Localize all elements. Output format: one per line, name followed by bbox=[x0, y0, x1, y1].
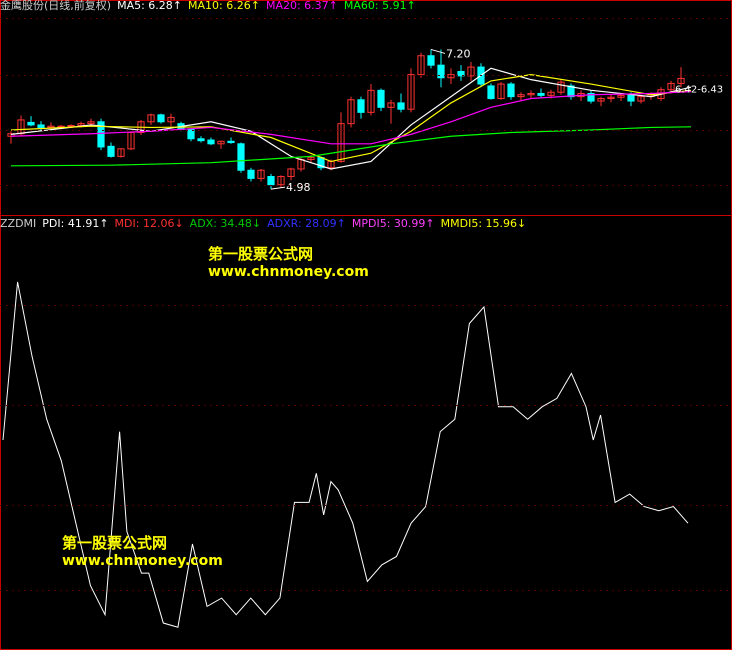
dmi-panel bbox=[2, 281, 689, 628]
mpdi5-label: MPDI5: 30.99↑ bbox=[351, 217, 435, 230]
watermark-url: www.chnmoney.com bbox=[208, 264, 369, 280]
price-legend: 金鹰股份(日线,前复权) MA5: 6.28↑ MA10: 6.26↑ MA20: 6… bbox=[0, 0, 422, 13]
watermark-cn: 第一股票公式网 bbox=[208, 245, 314, 263]
candle-body bbox=[357, 99, 365, 113]
candle-body bbox=[207, 139, 215, 145]
candle-body bbox=[487, 85, 495, 100]
candle-body bbox=[107, 145, 115, 157]
ma20-label: MA20: 6.37↑ bbox=[265, 0, 338, 12]
dmi-legend: ZZDMI PDI: 41.91↑ MDI: 12.06↓ ADX: 34.48↓ AD… bbox=[0, 217, 532, 231]
candle-body bbox=[397, 102, 405, 110]
stock-title: 金鹰股份(日线,前复权) bbox=[0, 0, 112, 12]
indicator-title: ZZDMI bbox=[0, 217, 37, 230]
mdi-label: MDI: 12.06↓ bbox=[114, 217, 184, 230]
watermark-bottom: 第一股票公式网 www.chnmoney.com bbox=[62, 534, 223, 570]
last-price-label: 6.42-6.43 bbox=[675, 84, 723, 95]
low-price-label: 4.98 bbox=[286, 181, 311, 194]
high-marker bbox=[430, 48, 446, 54]
adxr-label: ADXR: 28.09↑ bbox=[267, 217, 346, 230]
series-pdi bbox=[2, 281, 689, 628]
candle-body bbox=[37, 124, 45, 128]
candle-body bbox=[377, 89, 385, 108]
mmdi5-label: MMDI5: 15.96↓ bbox=[440, 217, 527, 230]
watermark-url: www.chnmoney.com bbox=[62, 553, 223, 569]
watermark-top: 第一股票公式网 www.chnmoney.com bbox=[208, 245, 369, 281]
candle-body bbox=[627, 94, 635, 102]
candle-body bbox=[537, 92, 545, 96]
candle-body bbox=[157, 114, 165, 123]
pdi-label: PDI: 41.91↑ bbox=[42, 217, 109, 230]
adx-label: ADX: 34.48↓ bbox=[189, 217, 262, 230]
candle-body bbox=[267, 176, 275, 186]
ma5-label: MA5: 6.28↑ bbox=[117, 0, 183, 12]
candle-body bbox=[507, 83, 515, 98]
candle-body bbox=[427, 55, 435, 66]
price-panel: 7.20 4.98 6.42-6.43 bbox=[7, 47, 723, 194]
high-price-label: 7.20 bbox=[446, 47, 471, 60]
candle-body bbox=[197, 138, 205, 142]
candle-body bbox=[27, 121, 35, 126]
candle-body bbox=[237, 143, 245, 171]
watermark-cn: 第一股票公式网 bbox=[62, 534, 168, 552]
ma10-label: MA10: 6.26↑ bbox=[188, 0, 260, 12]
low-marker bbox=[270, 186, 286, 190]
candle-body bbox=[67, 125, 75, 128]
candle-body bbox=[247, 169, 255, 179]
ma60-label: MA60: 5.91↑ bbox=[343, 0, 416, 12]
candle-body bbox=[227, 140, 235, 144]
